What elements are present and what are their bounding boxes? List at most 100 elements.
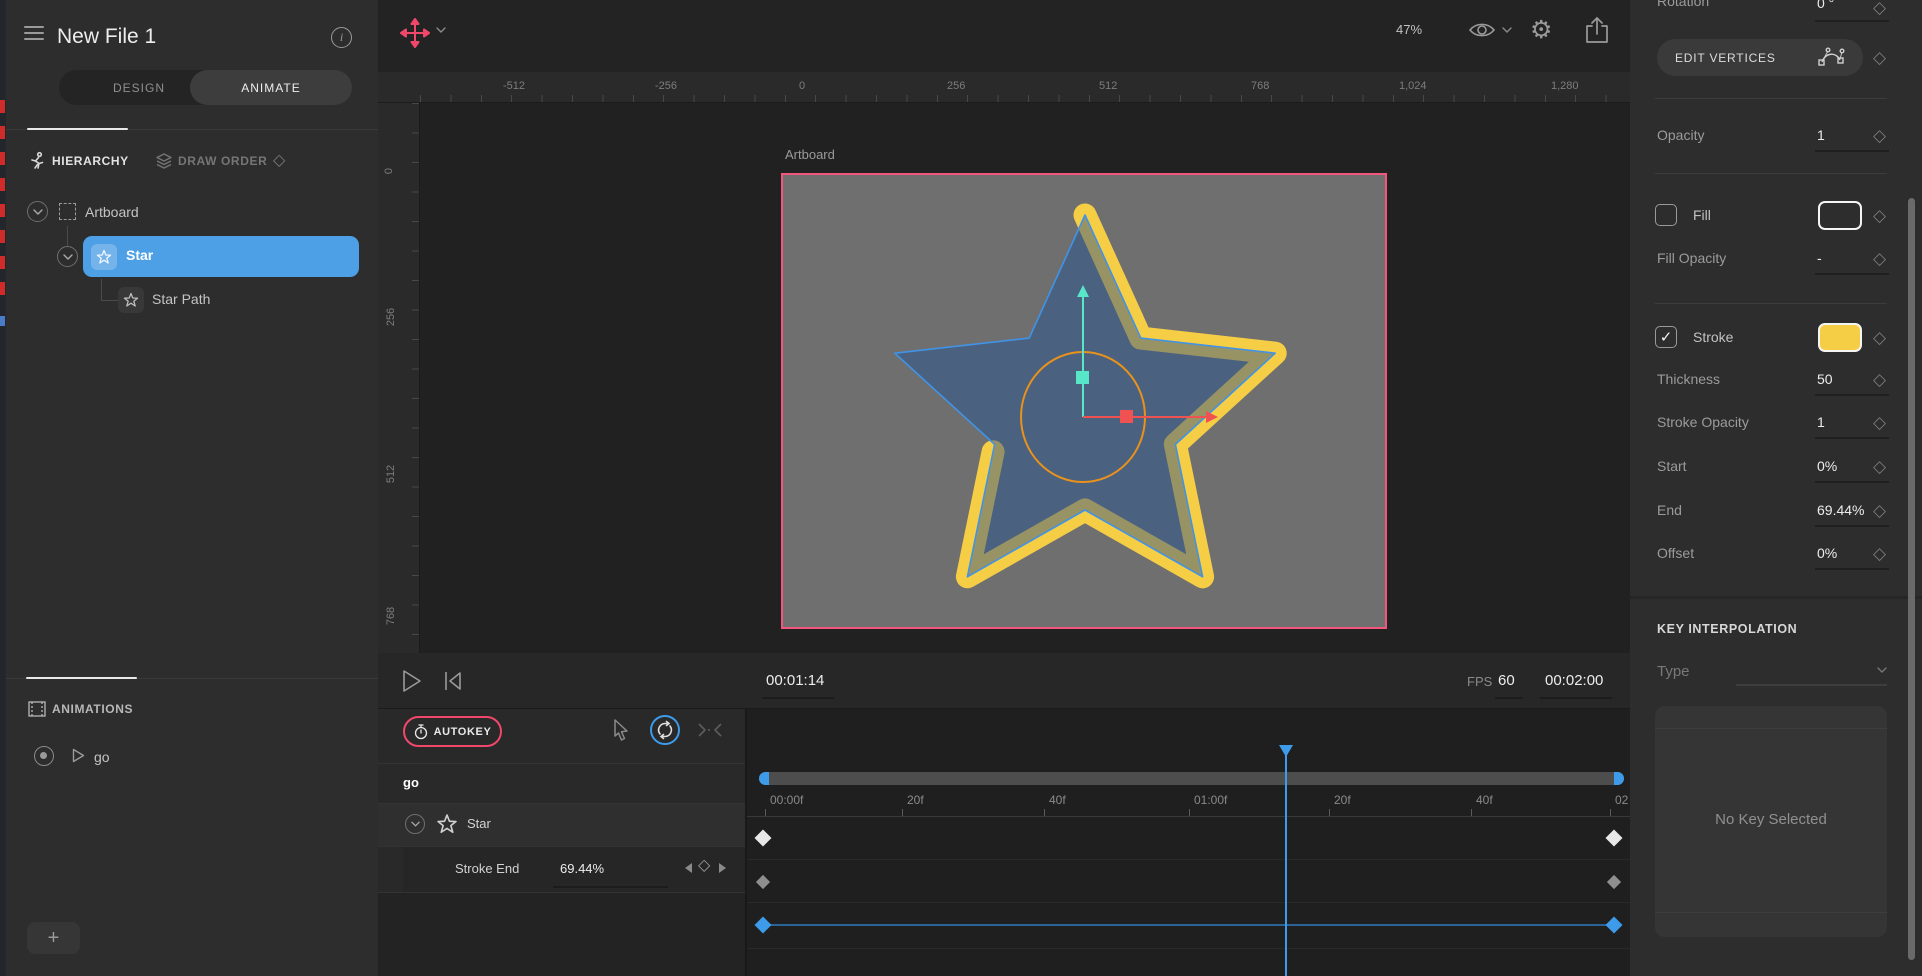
tree-connector [67,226,68,246]
keyframe[interactable] [1606,917,1623,934]
fill-opacity-field[interactable]: - [1817,250,1822,266]
fill-opacity-label: Fill Opacity [1657,250,1726,266]
loop-toggle-icon[interactable] [650,715,680,745]
tree-row-artboard[interactable]: Artboard [6,198,378,228]
timeline-scrubber[interactable] [759,772,1624,785]
play-icon[interactable] [72,748,85,763]
animation-track-name: go [403,775,419,790]
bezier-icon [1817,46,1845,70]
animation-track-row[interactable]: go [378,763,745,803]
fill-keyframe-icon[interactable]: ◇ [1873,206,1886,226]
fps-field[interactable]: 60 [1498,672,1515,689]
keyframe[interactable] [1607,875,1621,889]
opacity-keyframe-icon[interactable]: ◇ [1873,126,1886,146]
fit-timeline-icon[interactable] [697,722,723,738]
menu-icon[interactable] [24,22,44,44]
end-keyframe-icon[interactable]: ◇ [1873,501,1886,521]
stroke-opacity-keyframe-icon[interactable]: ◇ [1873,413,1886,433]
scrub-handle-left[interactable] [759,772,769,785]
fill-color-swatch[interactable] [1818,201,1862,230]
keyframe[interactable] [755,830,772,847]
animation-list-item[interactable]: go [6,740,378,776]
keyframe[interactable] [756,875,770,889]
chevron-down-icon[interactable] [57,246,78,267]
draw-order-keyframe-icon[interactable]: ◇ [273,153,285,169]
stroke-checkbox[interactable]: ✓ [1655,326,1677,348]
inspector-scrollbar[interactable] [1908,198,1915,960]
no-key-message: No Key Selected [1655,811,1887,828]
playhead-line[interactable] [1285,752,1287,976]
current-time-field[interactable]: 00:01:14 [766,672,824,689]
animation-name: go [94,749,110,765]
tab-animate[interactable]: ANIMATE [190,70,352,105]
timeline-panel: 00:01:14 FPS 60 00:02:00 AUTOKEY [378,653,1630,976]
start-field[interactable]: 0% [1817,458,1837,474]
tab-hierarchy[interactable]: HIERARCHY [52,154,129,168]
rotation-keyframe-icon[interactable]: ◇ [1873,0,1886,18]
thickness-keyframe-icon[interactable]: ◇ [1873,370,1886,390]
chevron-down-icon[interactable] [27,201,48,222]
property-value-field[interactable]: 69.44% [560,861,604,876]
stroke-opacity-label: Stroke Opacity [1657,414,1749,430]
opacity-field[interactable]: 1 [1817,127,1825,143]
star-icon [118,287,144,313]
keyframe[interactable] [755,917,772,934]
tab-draw-order[interactable]: DRAW ORDER [178,154,267,168]
offset-keyframe-icon[interactable]: ◇ [1873,544,1886,564]
hierarchy-icon [27,151,47,171]
chevron-down-icon[interactable] [405,814,425,834]
edit-vertices-button[interactable]: EDIT VERTICES [1657,39,1863,76]
prev-key-icon[interactable] [684,862,693,874]
star-artwork[interactable] [378,0,1630,653]
playback-controls: 00:01:14 FPS 60 00:02:00 [378,653,1630,709]
star-track-row[interactable]: Star [378,803,745,846]
vertices-keyframe-icon[interactable]: ◇ [1873,48,1886,68]
fill-label: Fill [1693,207,1711,223]
thickness-field[interactable]: 50 [1817,371,1833,387]
animations-icon [28,701,46,717]
timeline-grid[interactable]: 00:00f 20f 40f 01:00f 20f 40f 02 [745,709,1630,976]
artboard-icon [59,203,76,220]
add-key-icon[interactable]: ◇ [698,858,710,874]
keyframe[interactable] [1606,830,1623,847]
panel-resize-indicator[interactable] [26,677,137,679]
tree-row-star-path[interactable]: Star Path [6,287,378,315]
rotation-label: Rotation [1657,0,1709,9]
tree-label-star: Star [126,247,153,263]
stroke-opacity-field[interactable]: 1 [1817,414,1825,430]
duration-field[interactable]: 00:02:00 [1545,672,1603,689]
star-track-name: Star [467,816,491,831]
play-button[interactable] [402,669,422,693]
tree-row-star[interactable]: Star [83,236,359,277]
fill-checkbox[interactable] [1655,204,1677,226]
scrub-handle-right[interactable] [1614,772,1624,785]
property-track-name: Stroke End [455,861,519,876]
keyframe-span-line [763,924,1614,926]
property-track-row[interactable]: Stroke End 69.44% ◇ [403,846,745,892]
fill-opacity-keyframe-icon[interactable]: ◇ [1873,249,1886,269]
autokey-toggle[interactable]: AUTOKEY [403,716,502,747]
cursor-tool-icon[interactable] [612,719,630,741]
info-icon[interactable]: i [331,27,352,48]
next-key-icon[interactable] [718,862,727,874]
gizmo-x-handle[interactable] [1120,410,1133,423]
canvas-stage[interactable]: 47% ⚙ -512 -256 0 256 512 768 1,024 1,28… [378,0,1630,653]
stroke-label: Stroke [1693,329,1733,345]
skip-to-start-button[interactable] [444,671,462,691]
add-animation-button[interactable]: + [27,922,80,954]
start-keyframe-icon[interactable]: ◇ [1873,457,1886,477]
stroke-keyframe-icon[interactable]: ◇ [1873,328,1886,348]
offset-field[interactable]: 0% [1817,545,1837,561]
star-icon [91,244,117,270]
radio-selected-icon[interactable] [34,746,54,766]
panel-resize-indicator[interactable] [27,128,128,130]
interp-type-chevron-icon[interactable] [1877,667,1887,673]
interpolation-graph-card: No Key Selected [1655,706,1887,937]
stroke-color-swatch[interactable] [1818,323,1862,352]
track-names-column: AUTOKEY go [378,709,745,976]
stopwatch-icon [414,724,428,740]
end-field[interactable]: 69.44% [1817,502,1864,518]
rotation-field[interactable]: 0 ° [1817,0,1834,11]
gizmo-y-handle[interactable] [1076,371,1089,384]
key-interpolation-header: KEY INTERPOLATION [1657,622,1797,636]
